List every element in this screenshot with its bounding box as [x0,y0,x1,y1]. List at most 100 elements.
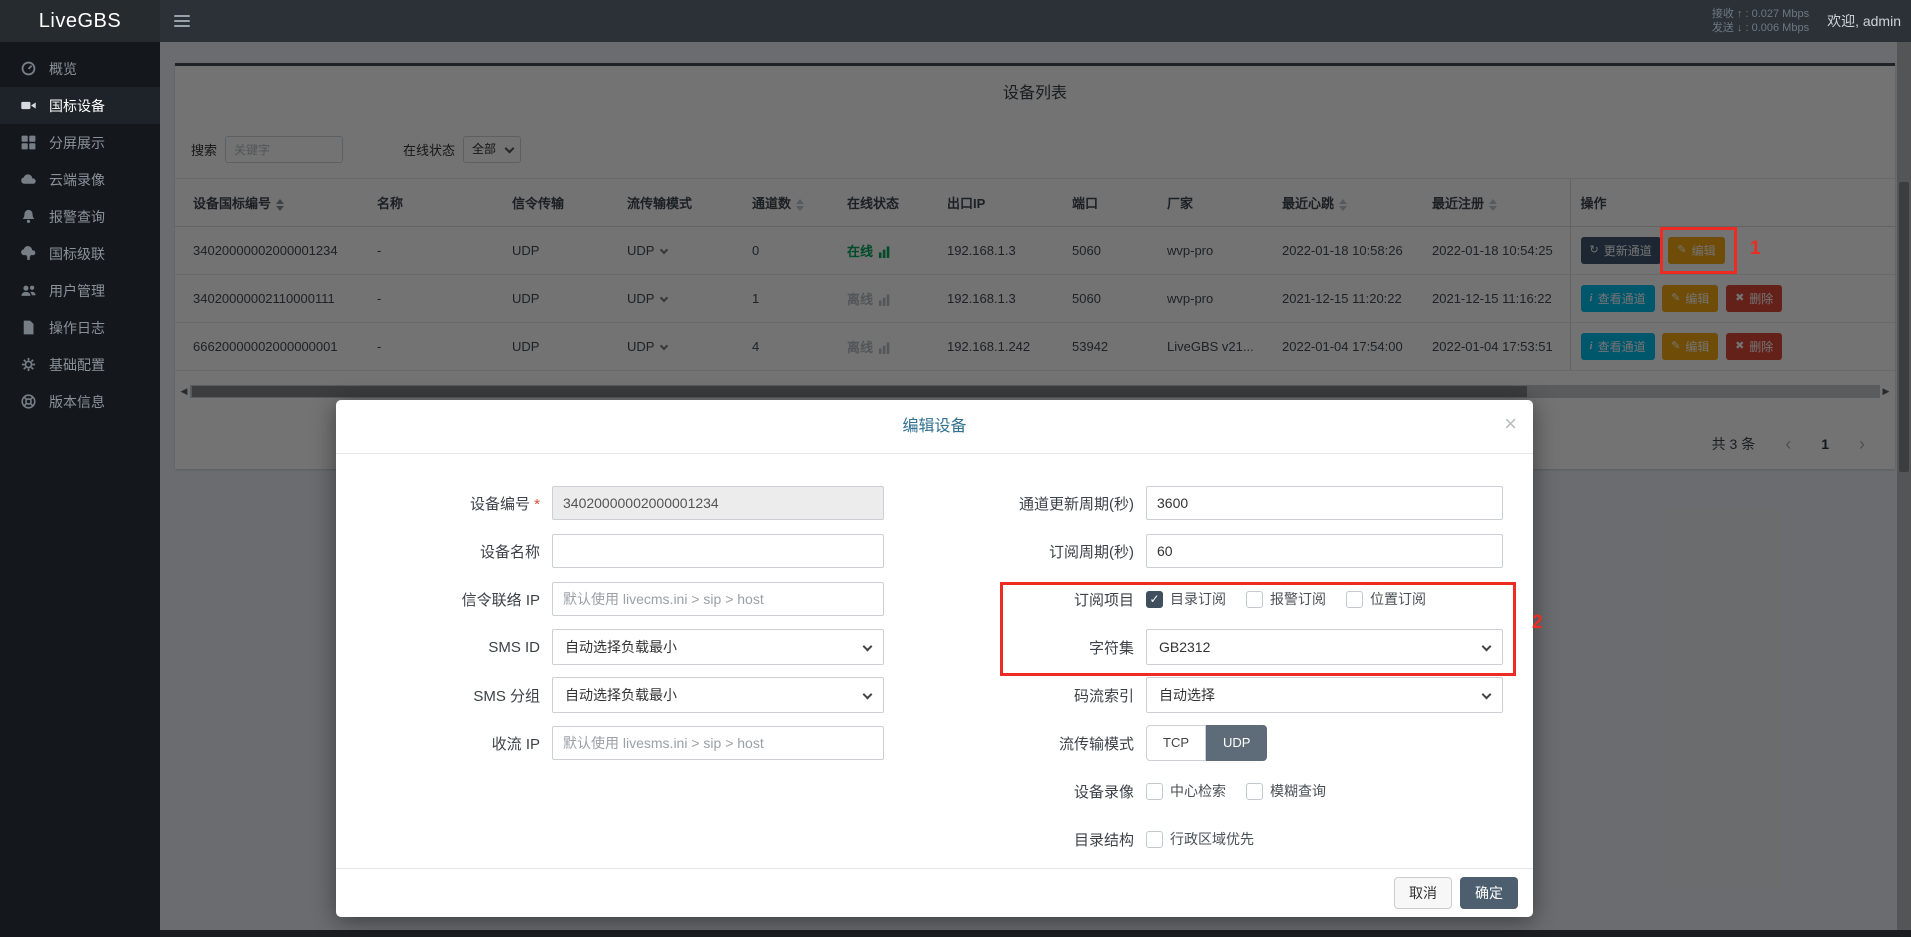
subscribe-options: ✓目录订阅 报警订阅 位置订阅 [1146,589,1426,609]
recv-value: 0.027 Mbps [1752,8,1809,20]
fuzzy-query-checkbox[interactable]: 模糊查询 [1246,781,1326,801]
gauge-icon [20,60,37,77]
cancel-button[interactable]: 取消 [1394,877,1452,909]
cloud-upload-icon [20,245,37,262]
life-ring-icon [20,393,37,410]
catalog-structure-label: 目录结构 [976,829,1146,850]
sidebar-item-label: 国标级联 [49,244,105,264]
modal-title: 编辑设备 [336,400,1533,454]
required-asterisk: * [534,496,540,513]
check-icon: ✓ [1149,592,1159,606]
subscribe-interval-label: 订阅周期(秒) [976,541,1146,562]
sidebar-item-label: 分屏展示 [49,133,105,153]
sidebar-item-label: 操作日志 [49,318,105,338]
hamburger-bar [174,15,190,17]
charset-select[interactable]: GB2312 [1146,629,1503,665]
cloud-icon [20,171,37,188]
channel-refresh-input[interactable] [1146,486,1503,520]
sms-group-label: SMS 分组 [372,685,552,706]
sms-id-label: SMS ID [372,639,552,656]
annotation-number-2: 2 [1532,612,1543,634]
device-id-label: 设备编号 * [372,493,552,514]
app-logo[interactable]: LiveGBS [0,0,160,42]
device-name-label: 设备名称 [372,541,552,562]
network-stats: 接收 ↑ : 0.027 Mbps 发送 ↓ : 0.006 Mbps [1712,7,1809,35]
header-right: 接收 ↑ : 0.027 Mbps 发送 ↓ : 0.006 Mbps 欢迎, … [1712,0,1911,42]
sidebar-item-gb-cascade[interactable]: 国标级联 [0,235,160,272]
device-record-options: 中心检索 模糊查询 [1146,781,1326,801]
main-content: 设备列表 搜索 在线状态 全部 设备国标编号 名称 [160,42,1911,937]
annotation-number-1: 1 [1750,238,1761,260]
sip-host-label: 信令联络 IP [372,589,552,610]
stream-index-select[interactable]: 自动选择 [1146,677,1503,713]
grid-icon [20,134,37,151]
recv-label: 接收 [1712,8,1734,20]
send-label: 发送 [1712,22,1734,34]
modal-body: 设备编号 * 设备名称 信令联络 IP SMS ID 自动选择负载最小 [336,454,1533,868]
users-icon [20,282,37,299]
center-search-checkbox[interactable]: 中心检索 [1146,781,1226,801]
sidebar-item-alarm-query[interactable]: 报警查询 [0,198,160,235]
sms-id-select[interactable]: 自动选择负载最小 [552,629,884,665]
sidebar-item-version-info[interactable]: 版本信息 [0,383,160,420]
charset-label: 字符集 [976,637,1146,658]
sidebar: 概览 国标设备 分屏展示 云端录像 报警查询 国标级联 用户管理 操作日志 [0,42,160,937]
up-arrow-icon: ↑ [1737,8,1743,20]
hamburger-menu-icon[interactable] [160,0,204,42]
subscribe-interval-input[interactable] [1146,534,1503,568]
stream-mode-toggle: TCP UDP [1146,725,1267,761]
gears-icon [20,356,37,373]
colon: : [1745,22,1748,34]
chevron-down-icon [863,642,873,652]
sidebar-item-label: 国标设备 [49,96,105,116]
alarm-subscribe-checkbox[interactable]: 报警订阅 [1246,589,1326,609]
channel-refresh-label: 通道更新周期(秒) [976,493,1146,514]
chevron-down-icon [863,690,873,700]
edit-device-modal: 编辑设备 × 设备编号 * 设备名称 信令联络 IP [336,400,1533,917]
modal-header: 编辑设备 × [336,400,1533,454]
recv-ip-label: 收流 IP [372,733,552,754]
sms-group-select[interactable]: 自动选择负载最小 [552,677,884,713]
hamburger-bar [174,25,190,27]
admin-region-priority-checkbox[interactable]: 行政区域优先 [1146,829,1254,849]
device-id-input [552,486,884,520]
sidebar-item-split-screen[interactable]: 分屏展示 [0,124,160,161]
sip-host-input[interactable] [552,582,884,616]
sidebar-item-overview[interactable]: 概览 [0,50,160,87]
welcome-user-menu[interactable]: 欢迎, admin [1823,0,1911,42]
sidebar-item-label: 版本信息 [49,392,105,412]
modal-right-column: 通道更新周期(秒) 订阅周期(秒) 订阅项目 ✓目录订阅 报警订阅 位置订阅 [976,486,1503,870]
sidebar-item-label: 基础配置 [49,355,105,375]
sidebar-item-label: 用户管理 [49,281,105,301]
sidebar-item-cloud-record[interactable]: 云端录像 [0,161,160,198]
sidebar-item-basic-config[interactable]: 基础配置 [0,346,160,383]
catalog-subscribe-checkbox[interactable]: ✓目录订阅 [1146,589,1226,609]
sidebar-item-operation-log[interactable]: 操作日志 [0,309,160,346]
modal-footer: 取消 确定 [336,868,1533,917]
confirm-button[interactable]: 确定 [1460,877,1518,909]
bell-icon [20,208,37,225]
send-value: 0.006 Mbps [1752,22,1809,34]
modal-left-column: 设备编号 * 设备名称 信令联络 IP SMS ID 自动选择负载最小 [372,486,884,774]
position-subscribe-checkbox[interactable]: 位置订阅 [1346,589,1426,609]
close-icon[interactable]: × [1504,413,1517,435]
top-header: LiveGBS 接收 ↑ : 0.027 Mbps 发送 ↓ : 0.006 M… [0,0,1911,42]
video-camera-icon [20,97,37,114]
sidebar-item-gb-devices[interactable]: 国标设备 [0,87,160,124]
sidebar-item-user-management[interactable]: 用户管理 [0,272,160,309]
chevron-down-icon [1482,690,1492,700]
screen: LiveGBS 接收 ↑ : 0.027 Mbps 发送 ↓ : 0.006 M… [0,0,1911,937]
colon: : [1745,8,1748,20]
sidebar-item-label: 云端录像 [49,170,105,190]
tcp-option[interactable]: TCP [1146,725,1206,761]
hamburger-bar [174,20,190,22]
down-arrow-icon: ↓ [1737,22,1743,34]
recv-ip-input[interactable] [552,726,884,760]
udp-option[interactable]: UDP [1206,725,1267,761]
stream-index-label: 码流索引 [976,685,1146,706]
sidebar-item-label: 报警查询 [49,207,105,227]
device-record-label: 设备录像 [976,781,1146,802]
catalog-structure-options: 行政区域优先 [1146,829,1254,849]
device-name-input[interactable] [552,534,884,568]
stream-mode-label: 流传输模式 [976,733,1146,754]
